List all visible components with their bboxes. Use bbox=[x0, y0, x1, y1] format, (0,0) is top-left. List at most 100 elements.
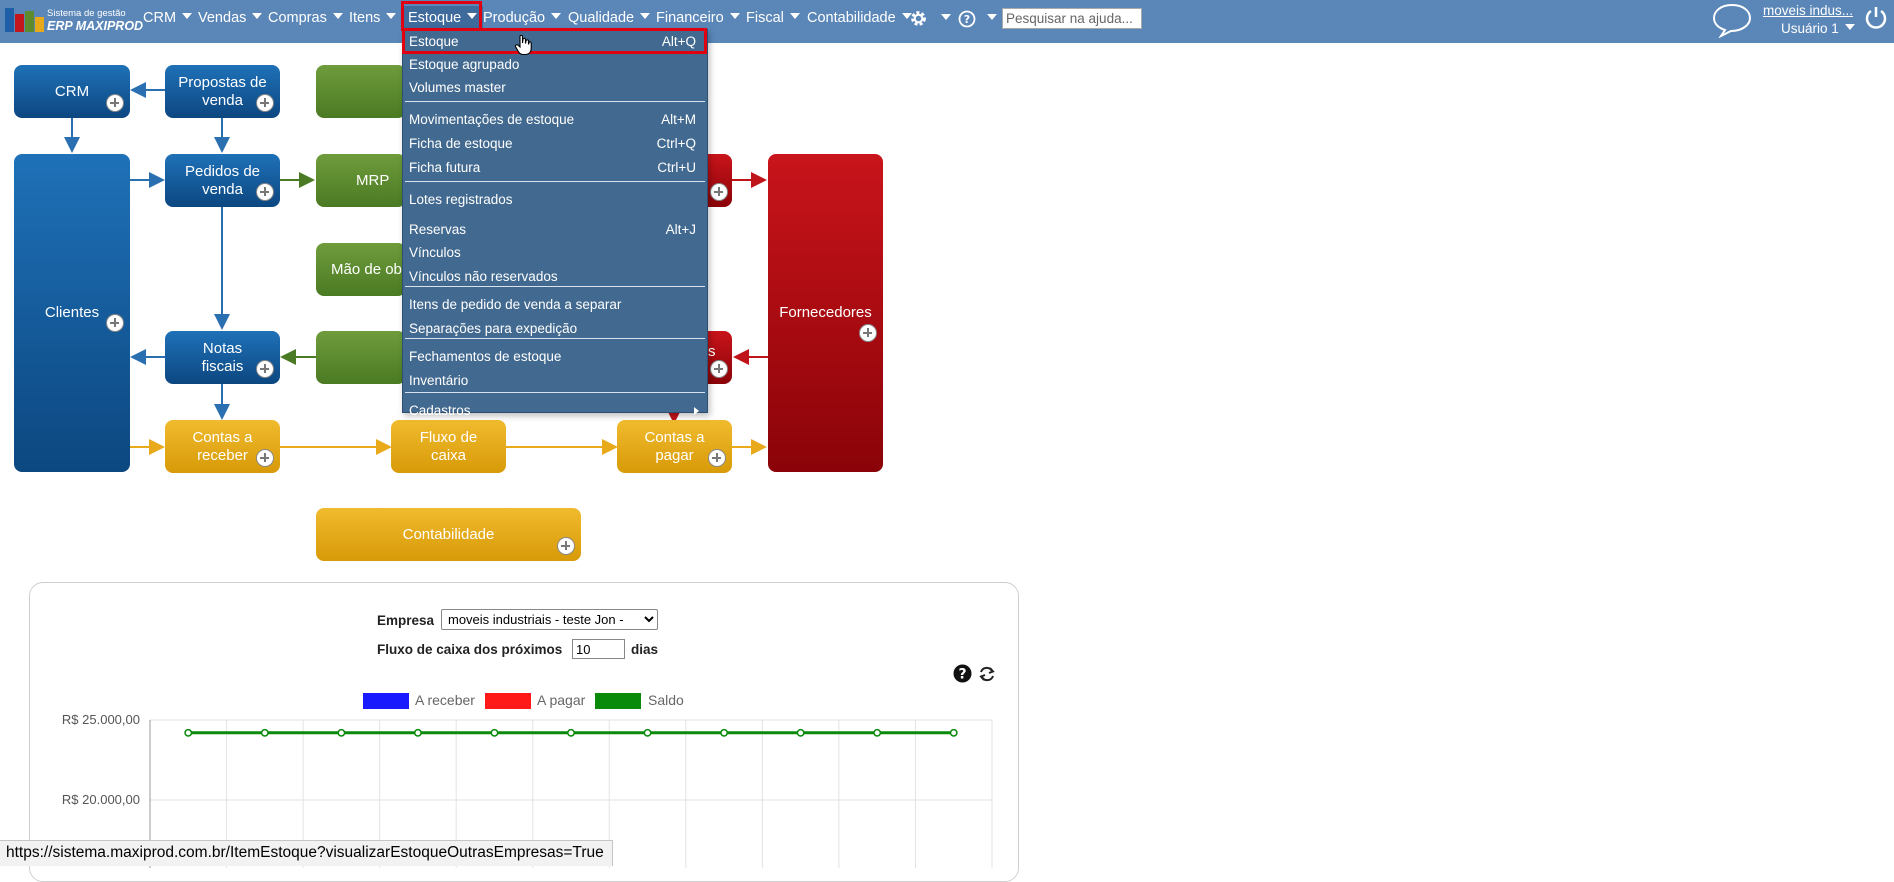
nav-financeiro-label: Financeiro bbox=[656, 10, 724, 26]
contas-pagar-box[interactable]: Contas a pagar bbox=[617, 420, 732, 473]
contabilidade-box[interactable]: Contabilidade bbox=[316, 508, 581, 561]
chart-series bbox=[184, 728, 958, 737]
menu-item-estoque-agrupado[interactable]: Estoque agrupado bbox=[403, 54, 707, 76]
top-navbar: Sistema de gestão ERP MAXIPROD CRM Venda… bbox=[0, 0, 1894, 43]
menu-item-label: Estoque agrupado bbox=[409, 57, 520, 72]
menu-item-lotes-registrados[interactable]: Lotes registrados bbox=[403, 189, 707, 211]
nav-compras[interactable]: Compras bbox=[268, 6, 343, 30]
mrp-box[interactable]: MRP bbox=[316, 154, 406, 207]
data-point bbox=[873, 728, 882, 737]
clientes-box-label: Clientes bbox=[44, 304, 100, 321]
status-bar-url: https://sistema.maxiprod.com.br/ItemEsto… bbox=[0, 840, 613, 866]
menu-item-vinculos[interactable]: Vínculos bbox=[403, 242, 707, 264]
menu-item-label: Vínculos bbox=[409, 245, 461, 260]
add-contas-pagar-icon[interactable] bbox=[708, 449, 726, 467]
add-contas-receber-icon[interactable] bbox=[256, 449, 274, 467]
propostas-box[interactable]: Propostas de venda bbox=[165, 65, 280, 118]
mao-de-obra-box[interactable]: Mão de obr bbox=[316, 243, 407, 296]
brand-logo[interactable]: Sistema de gestão ERP MAXIPROD bbox=[5, 4, 143, 38]
add-red-top-icon[interactable] bbox=[710, 183, 728, 201]
nav-vendas[interactable]: Vendas bbox=[198, 6, 263, 30]
menu-item-label: Lotes registrados bbox=[409, 192, 513, 207]
menu-item-fechamentos-estoque[interactable]: Fechamentos de estoque bbox=[403, 346, 707, 368]
menu-item-label: Vínculos não reservados bbox=[409, 269, 558, 284]
add-fornecedores-icon[interactable] bbox=[859, 324, 877, 342]
legend-swatch-pagar[interactable] bbox=[485, 693, 531, 709]
gear-chevron-down-icon[interactable] bbox=[941, 14, 951, 20]
menu-item-itens-pedido-separar[interactable]: Itens de pedido de venda a separar bbox=[403, 294, 707, 316]
fornecedores-box-label: Fornecedores bbox=[779, 304, 872, 321]
gear-icon[interactable] bbox=[909, 9, 928, 28]
nav-compras-label: Compras bbox=[268, 10, 327, 26]
add-notas-icon[interactable] bbox=[256, 360, 274, 378]
menu-item-label: Ficha futura bbox=[409, 160, 481, 175]
legend-swatch-saldo[interactable] bbox=[595, 693, 641, 709]
menu-item-movimentacoes[interactable]: Movimentações de estoque Alt+M bbox=[403, 109, 707, 131]
refresh-icon[interactable] bbox=[978, 666, 996, 682]
chevron-down-icon bbox=[252, 13, 263, 20]
data-point bbox=[413, 728, 422, 737]
user-menu[interactable]: Usuário 1 bbox=[1781, 21, 1855, 36]
crm-box[interactable]: CRM bbox=[14, 65, 130, 118]
nav-crm[interactable]: CRM bbox=[143, 6, 193, 30]
add-crm-icon[interactable] bbox=[106, 94, 124, 112]
menu-item-cadastros[interactable]: Cadastros bbox=[403, 400, 707, 422]
dias-input[interactable] bbox=[572, 639, 625, 659]
data-point bbox=[337, 728, 346, 737]
menu-item-vinculos-nao-reservados[interactable]: Vínculos não reservados bbox=[403, 266, 707, 288]
menu-item-separacoes-expedicao[interactable]: Separações para expedição bbox=[403, 318, 707, 340]
pedidos-box[interactable]: Pedidos de venda bbox=[165, 154, 280, 207]
menu-item-label: Volumes master bbox=[409, 80, 506, 95]
add-contabilidade-icon[interactable] bbox=[557, 537, 575, 555]
legend-swatch-receber[interactable] bbox=[363, 693, 409, 709]
add-propostas-icon[interactable] bbox=[256, 94, 274, 112]
pedidos-box-label: Pedidos de venda bbox=[184, 162, 261, 198]
power-icon[interactable] bbox=[1864, 5, 1888, 31]
menu-item-volumes-master[interactable]: Volumes master bbox=[403, 77, 707, 99]
fluxo-caixa-box[interactable]: Fluxo de caixa bbox=[391, 420, 506, 473]
menu-item-shortcut: Ctrl+Q bbox=[656, 136, 696, 151]
add-pedidos-icon[interactable] bbox=[256, 183, 274, 201]
nav-itens[interactable]: Itens bbox=[349, 6, 397, 30]
nav-contabilidade[interactable]: Contabilidade bbox=[807, 6, 912, 30]
nav-fiscal[interactable]: Fiscal bbox=[746, 6, 800, 30]
data-point bbox=[567, 728, 575, 737]
nav-qualidade-label: Qualidade bbox=[568, 10, 635, 26]
clientes-box[interactable]: Clientes bbox=[14, 154, 130, 472]
menu-item-label: Movimentações de estoque bbox=[409, 112, 575, 127]
help-icon[interactable]: ? bbox=[953, 664, 972, 683]
chat-icon[interactable] bbox=[1712, 2, 1752, 38]
menu-item-reservas[interactable]: Reservas Alt+J bbox=[403, 219, 707, 241]
nav-producao[interactable]: Produção bbox=[483, 6, 562, 30]
green-box-bottom[interactable] bbox=[316, 331, 406, 384]
help-search-input[interactable] bbox=[1002, 8, 1142, 29]
data-point bbox=[720, 728, 729, 737]
menu-item-label: Inventário bbox=[409, 373, 469, 388]
menu-item-inventario[interactable]: Inventário bbox=[403, 370, 707, 392]
notas-box[interactable]: Notas fiscais bbox=[165, 331, 280, 384]
chevron-down-icon bbox=[729, 13, 740, 20]
add-red-bottom-icon[interactable] bbox=[710, 360, 728, 378]
company-link[interactable]: moveis indus... bbox=[1763, 3, 1853, 18]
green-box-top[interactable] bbox=[316, 65, 406, 118]
contas-receber-box[interactable]: Contas a receber bbox=[165, 420, 280, 473]
nav-qualidade[interactable]: Qualidade bbox=[568, 6, 651, 30]
legend-label-pagar[interactable]: A pagar bbox=[537, 692, 585, 708]
help-circle-icon[interactable]: ? bbox=[958, 10, 976, 28]
svg-text:?: ? bbox=[958, 667, 966, 683]
fluxo-caixa-box-label: Fluxo de caixa bbox=[419, 428, 478, 464]
nav-financeiro[interactable]: Financeiro bbox=[656, 6, 740, 30]
menu-item-ficha-estoque[interactable]: Ficha de estoque Ctrl+Q bbox=[403, 133, 707, 155]
help-chevron-down-icon[interactable] bbox=[987, 14, 997, 20]
data-point bbox=[643, 728, 652, 737]
menu-item-ficha-futura[interactable]: Ficha futura Ctrl+U bbox=[403, 157, 707, 179]
empresa-label: Empresa bbox=[377, 613, 435, 628]
nav-crm-label: CRM bbox=[143, 10, 177, 26]
legend-label-receber[interactable]: A receber bbox=[415, 692, 475, 708]
mrp-box-label: MRP bbox=[356, 171, 390, 189]
add-clientes-icon[interactable] bbox=[106, 314, 124, 332]
legend-label-saldo[interactable]: Saldo bbox=[648, 692, 684, 708]
nav-itens-label: Itens bbox=[349, 10, 381, 26]
fornecedores-box[interactable]: Fornecedores bbox=[768, 154, 883, 472]
empresa-select[interactable]: moveis industriais - teste Jon - bbox=[441, 609, 658, 630]
